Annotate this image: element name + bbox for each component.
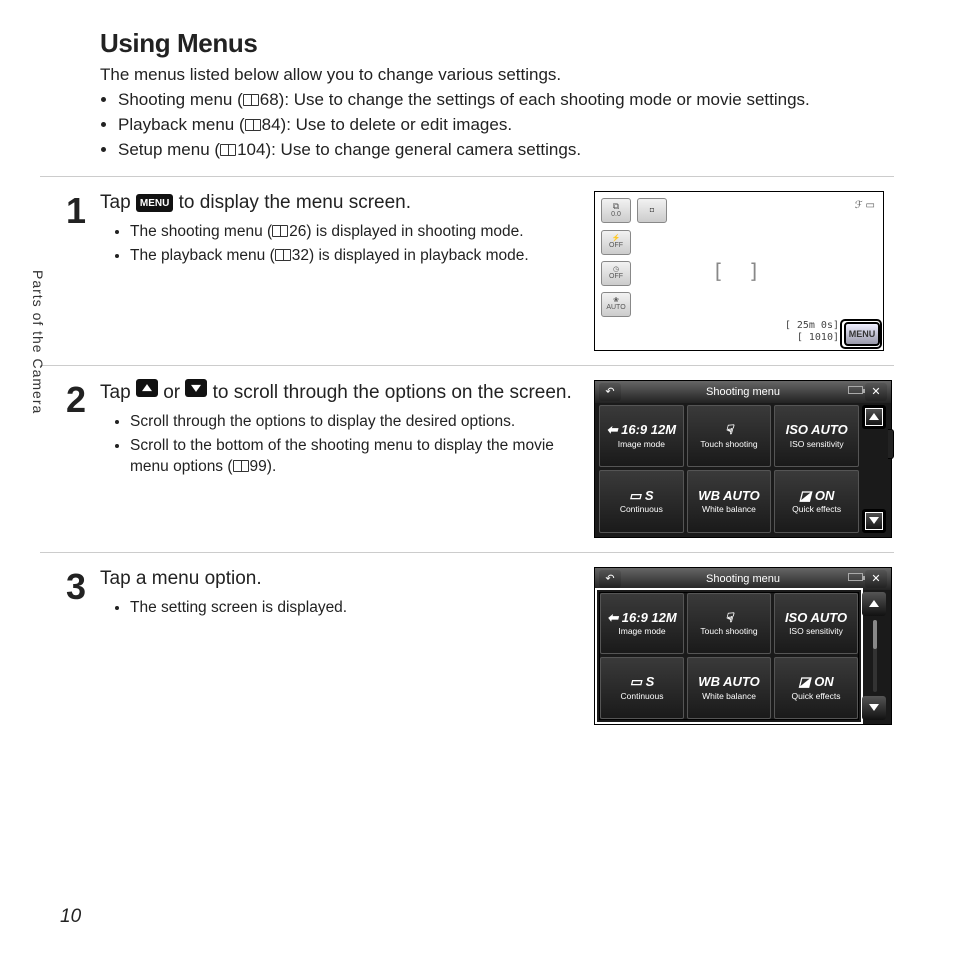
step-title: Tap a menu option. <box>100 567 588 592</box>
back-button[interactable]: ↶ <box>599 383 621 401</box>
text: ) is displayed in playback mode. <box>309 247 529 264</box>
battery-icon <box>848 386 863 394</box>
page-heading: Using Menus <box>100 28 894 59</box>
step-bullet: The shooting menu ( 26) is displayed in s… <box>130 222 588 243</box>
text: to scroll through the options on the scr… <box>207 382 571 403</box>
shooting-screen-figure: ⧉0.0 ◘ ⚡OFF ◷OFF ❀AUTO ℱ ▭ [ ] [ 25m 0s]… <box>594 191 884 351</box>
page-number: 10 <box>60 906 81 928</box>
menu-item-iso[interactable]: ISO AUTOISO sensitivity <box>774 593 858 655</box>
intro-text: The menus listed below allow you to chan… <box>100 65 894 85</box>
section-side-label: Parts of the Camera <box>30 270 46 414</box>
menu-item-quick-effects[interactable]: ◪ ONQuick effects <box>774 470 859 533</box>
page-ref: 99 <box>250 458 267 475</box>
step-title: Tap MENU to display the menu screen. <box>100 191 588 216</box>
highlight-tab <box>888 429 894 459</box>
menu-item-quick-effects[interactable]: ◪ ONQuick effects <box>774 657 858 719</box>
menu-item-white-balance[interactable]: WB AUTOWhite balance <box>687 470 772 533</box>
battery-icon <box>848 573 863 581</box>
shooting-menu-figure: Shooting menu ↶ ✕ ⬅ 16:9 12MImage mode ☟… <box>594 380 892 538</box>
menu-item-touch-shooting[interactable]: ☟Touch shooting <box>687 593 771 655</box>
list-item: Playback menu ( 84): Use to delete or edi… <box>118 114 894 137</box>
step-number: 3 <box>40 569 100 605</box>
list-item: Setup menu ( 104): Use to change general … <box>118 139 894 162</box>
step-bullet: Scroll to the bottom of the shooting men… <box>130 436 588 478</box>
triangle-up-icon <box>869 600 879 607</box>
text: Tap <box>100 382 136 403</box>
page-ref: 26 <box>289 223 306 240</box>
page-ref: 68 <box>260 90 279 109</box>
menu-icon: MENU <box>136 194 173 212</box>
close-button[interactable]: ✕ <box>865 570 887 588</box>
scroll-down-button[interactable] <box>862 696 886 720</box>
step-bullet: The setting screen is displayed. <box>130 598 588 619</box>
step-1: 1 Tap MENU to display the menu screen. T… <box>40 177 894 366</box>
back-button[interactable]: ↶ <box>599 570 621 588</box>
menu-item-continuous[interactable]: ▭ SContinuous <box>600 657 684 719</box>
text: to display the menu screen. <box>173 192 411 213</box>
flash-indicator-icon[interactable]: ⚡OFF <box>601 230 631 255</box>
page-ref: 32 <box>292 247 309 264</box>
book-icon <box>243 94 259 106</box>
scroll-down-icon <box>185 379 207 397</box>
af-brackets-icon: [ ] <box>712 259 766 283</box>
step-title: Tap or to scroll through the options on … <box>100 380 588 406</box>
text: ) is displayed in shooting mode. <box>306 223 523 240</box>
triangle-down-icon <box>869 704 879 711</box>
text: ). <box>267 458 276 475</box>
book-icon <box>245 119 261 131</box>
book-icon <box>220 144 236 156</box>
ev-indicator-icon[interactable]: ⧉0.0 <box>601 198 631 223</box>
text: ): Use to delete or edit images. <box>281 115 513 134</box>
menu-item-image-mode[interactable]: ⬅ 16:9 12MImage mode <box>599 405 684 468</box>
text: Setup menu ( <box>118 140 220 159</box>
menu-item-touch-shooting[interactable]: ☟Touch shooting <box>687 405 772 468</box>
menu-item-iso[interactable]: ISO AUTOISO sensitivity <box>774 405 859 468</box>
timer-indicator-icon[interactable]: ◷OFF <box>601 261 631 286</box>
text: Scroll to the bottom of the shooting men… <box>130 437 554 475</box>
step-number: 2 <box>40 382 100 418</box>
recording-info: [ 25m 0s] [ 1010] <box>785 320 839 344</box>
top-right-indicators: ℱ ▭ <box>855 200 875 211</box>
step-3: 3 Tap a menu option. The setting screen … <box>40 553 894 739</box>
book-icon <box>272 225 288 237</box>
menu-button[interactable]: MENU <box>844 322 880 346</box>
scroll-up-button[interactable] <box>862 592 886 616</box>
menu-item-image-mode[interactable]: ⬅ 16:9 12MImage mode <box>600 593 684 655</box>
triangle-up-icon <box>869 413 879 420</box>
scroll-down-button[interactable] <box>862 509 886 533</box>
overview-list: Shooting menu ( 68): Use to change the se… <box>118 89 894 162</box>
text: Shooting menu ( <box>118 90 243 109</box>
step-number: 1 <box>40 193 100 229</box>
menu-title: Shooting menu <box>595 568 891 590</box>
text: Tap <box>100 192 136 213</box>
book-icon <box>233 460 249 472</box>
step-2: 2 Tap or to scroll through the options o… <box>40 366 894 553</box>
book-icon <box>275 249 291 261</box>
text: ): Use to change general camera settings… <box>265 140 581 159</box>
page-ref: 84 <box>262 115 281 134</box>
text: Playback menu ( <box>118 115 245 134</box>
menu-title: Shooting menu <box>595 381 891 403</box>
close-button[interactable]: ✕ <box>865 383 887 401</box>
scroll-up-icon <box>136 379 158 397</box>
page-ref: 104 <box>237 140 265 159</box>
triangle-down-icon <box>869 517 879 524</box>
text: ): Use to change the settings of each sh… <box>279 90 810 109</box>
text: The shooting menu ( <box>130 223 272 240</box>
text: The playback menu ( <box>130 247 275 264</box>
step-bullet: The playback menu ( 32) is displayed in p… <box>130 246 588 267</box>
menu-item-white-balance[interactable]: WB AUTOWhite balance <box>687 657 771 719</box>
mode-indicator-icon[interactable]: ◘ <box>637 198 667 223</box>
scroll-up-button[interactable] <box>862 405 886 429</box>
macro-indicator-icon[interactable]: ❀AUTO <box>601 292 631 317</box>
text: or <box>158 382 185 403</box>
step-bullet: Scroll through the options to display th… <box>130 412 588 433</box>
scrollbar[interactable] <box>873 620 877 692</box>
list-item: Shooting menu ( 68): Use to change the se… <box>118 89 894 112</box>
menu-item-continuous[interactable]: ▭ SContinuous <box>599 470 684 533</box>
shooting-menu-figure-2: Shooting menu ↶ ✕ ⬅ 16:9 12MImage mode ☟… <box>594 567 892 725</box>
